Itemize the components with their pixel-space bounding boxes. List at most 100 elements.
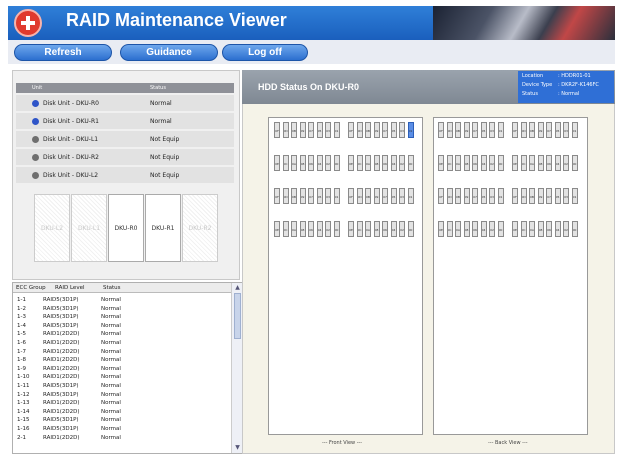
hdd-slot[interactable]: 0E <box>438 155 444 171</box>
hdd-slot[interactable]: 0B <box>365 122 371 138</box>
hdd-slot[interactable]: 02 <box>399 221 405 237</box>
hdd-slot[interactable]: 0D <box>356 122 363 138</box>
hdd-slot[interactable]: 03 <box>489 122 495 138</box>
hdd-slot[interactable]: 03 <box>399 188 405 204</box>
ecc-row[interactable]: 2-1 RAID1(2D2D) Normal <box>13 433 231 441</box>
hdd-slot[interactable]: 02 <box>399 155 405 171</box>
hdd-slot[interactable]: 00 <box>407 155 414 171</box>
ecc-row[interactable]: 1-11 RAID5(3D1P) Normal <box>13 381 231 389</box>
hdd-slot[interactable]: 0C <box>282 155 289 171</box>
hdd-slot[interactable]: 0C <box>282 221 289 237</box>
disk-box-dku-l2[interactable]: DKU-L2 <box>34 194 70 262</box>
scroll-thumb[interactable] <box>234 293 241 339</box>
hdd-slot[interactable]: 0B <box>291 188 297 204</box>
hdd-slot[interactable]: 02 <box>489 221 495 237</box>
hdd-slot[interactable]: 07 <box>546 122 552 138</box>
hdd-slot[interactable]: 0E <box>512 221 518 237</box>
hdd-slot[interactable]: 0E <box>512 155 518 171</box>
hdd-slot[interactable]: 07 <box>308 188 314 204</box>
ecc-row[interactable]: 1-5 RAID1(2D2D) Normal <box>13 329 231 337</box>
unit-row[interactable]: Disk Unit - DKU-L2 Not Equip <box>16 167 234 183</box>
hdd-slot[interactable]: 00 <box>497 155 504 171</box>
disk-box-dku-r1[interactable]: DKU-R1 <box>145 194 181 262</box>
hdd-slot[interactable]: 06 <box>382 221 388 237</box>
hdd-slot[interactable]: 03 <box>325 188 331 204</box>
ecc-row[interactable]: 1-4 RAID5(3D1P) Normal <box>13 321 231 329</box>
scroll-down-arrow-icon[interactable]: ▼ <box>233 444 242 452</box>
unit-row[interactable]: Disk Unit - DKU-R2 Not Equip <box>16 149 234 165</box>
hdd-slot[interactable]: 03 <box>563 122 569 138</box>
hdd-slot[interactable]: 01 <box>333 188 340 204</box>
hdd-slot[interactable]: 08 <box>463 221 470 237</box>
guidance-button[interactable]: Guidance <box>120 44 218 61</box>
hdd-slot[interactable]: 07 <box>382 122 388 138</box>
hdd-slot[interactable]: 06 <box>546 155 552 171</box>
hdd-slot[interactable]: 05 <box>480 122 487 138</box>
hdd-slot[interactable]: 0A <box>291 221 297 237</box>
hdd-slot[interactable]: 0C <box>446 155 453 171</box>
hdd-slot[interactable]: 05 <box>554 122 561 138</box>
unit-row[interactable]: Disk Unit - DKU-R1 Normal <box>16 113 234 129</box>
hdd-slot[interactable]: 0E <box>274 221 280 237</box>
ecc-row[interactable]: 1-10 RAID1(2D2D) Normal <box>13 372 231 380</box>
hdd-slot[interactable]: 09 <box>537 188 544 204</box>
hdd-slot[interactable]: 06 <box>472 221 478 237</box>
hdd-slot[interactable]: 03 <box>563 188 569 204</box>
hdd-slot[interactable]: 03 <box>399 122 405 138</box>
hdd-slot[interactable]: 04 <box>390 221 397 237</box>
hdd-slot[interactable]: 00 <box>407 221 414 237</box>
hdd-slot[interactable]: 0D <box>520 188 527 204</box>
hdd-slot[interactable]: 0C <box>520 221 527 237</box>
hdd-slot[interactable]: 00 <box>571 221 578 237</box>
hdd-slot[interactable]: 05 <box>316 188 323 204</box>
hdd-slot[interactable]: 00 <box>571 155 578 171</box>
hdd-slot[interactable]: 03 <box>325 122 331 138</box>
hdd-slot[interactable]: 08 <box>537 221 544 237</box>
hdd-slot[interactable]: 0B <box>291 122 297 138</box>
hdd-slot[interactable]: 0B <box>529 188 535 204</box>
hdd-slot[interactable]: 05 <box>316 122 323 138</box>
hdd-slot[interactable]: 0A <box>529 221 535 237</box>
hdd-slot[interactable]: 07 <box>308 122 314 138</box>
hdd-slot[interactable]: 05 <box>554 188 561 204</box>
ecc-row[interactable]: 1-9 RAID1(2D2D) Normal <box>13 364 231 372</box>
hdd-slot[interactable]: 01 <box>571 122 578 138</box>
hdd-slot[interactable]: 0E <box>438 221 444 237</box>
unit-row[interactable]: Disk Unit - DKU-L1 Not Equip <box>16 131 234 147</box>
hdd-slot[interactable]: 0A <box>365 155 371 171</box>
ecc-row[interactable]: 1-6 RAID1(2D2D) Normal <box>13 338 231 346</box>
hdd-slot[interactable]: 04 <box>480 155 487 171</box>
hdd-slot[interactable]: 06 <box>308 155 314 171</box>
hdd-slot[interactable]: 02 <box>489 155 495 171</box>
hdd-slot[interactable]: 09 <box>463 188 470 204</box>
scroll-up-arrow-icon[interactable]: ▲ <box>233 284 242 292</box>
hdd-slot[interactable]: 0A <box>291 155 297 171</box>
refresh-button[interactable]: Refresh <box>14 44 112 61</box>
hdd-slot[interactable]: 04 <box>390 155 397 171</box>
hdd-slot[interactable]: 06 <box>382 155 388 171</box>
hdd-slot[interactable]: 06 <box>472 155 478 171</box>
hdd-slot[interactable]: 0C <box>446 221 453 237</box>
ecc-scrollbar[interactable]: ▲ ▼ <box>231 283 242 453</box>
hdd-slot[interactable]: 0F <box>512 188 518 204</box>
hdd-slot[interactable]: 05 <box>390 188 397 204</box>
ecc-row[interactable]: 1-3 RAID5(3D1P) Normal <box>13 312 231 320</box>
hdd-slot[interactable]: 0F <box>348 122 354 138</box>
hdd-slot[interactable]: 04 <box>316 221 323 237</box>
hdd-slot[interactable]: 0D <box>446 122 453 138</box>
hdd-slot[interactable]: 0F <box>438 188 444 204</box>
hdd-slot[interactable]: 0D <box>356 188 363 204</box>
hdd-slot[interactable]: 09 <box>537 122 544 138</box>
hdd-slot[interactable]: 01 <box>497 188 504 204</box>
hdd-slot[interactable]: 09 <box>299 122 306 138</box>
hdd-slot[interactable]: 0B <box>365 188 371 204</box>
hdd-slot[interactable]: 0D <box>520 122 527 138</box>
hdd-slot[interactable]: 02 <box>325 155 331 171</box>
hdd-slot[interactable]: 0C <box>356 221 363 237</box>
hdd-slot[interactable]: 0A <box>455 155 461 171</box>
ecc-row[interactable]: 1-7 RAID1(2D2D) Normal <box>13 347 231 355</box>
hdd-slot[interactable]: 01 <box>407 122 414 138</box>
hdd-slot[interactable]: 04 <box>554 155 561 171</box>
hdd-slot[interactable]: 0D <box>446 188 453 204</box>
hdd-slot[interactable]: 05 <box>480 188 487 204</box>
